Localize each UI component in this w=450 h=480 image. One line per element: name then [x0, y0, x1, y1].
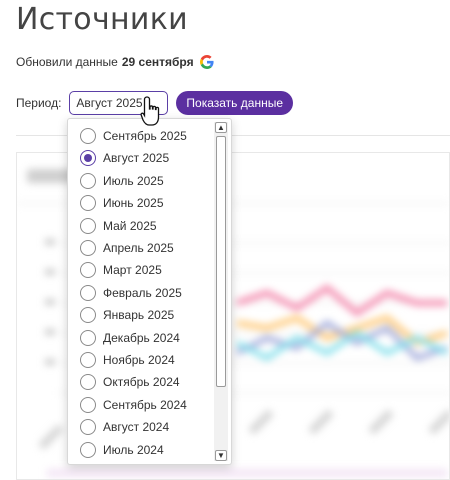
radio-unchecked-icon[interactable]	[80, 172, 96, 189]
dropdown-option-label: Март 2025	[103, 263, 162, 278]
radio-unchecked-icon[interactable]	[80, 307, 96, 324]
dropdown-option-label: Сентябрь 2024	[103, 397, 187, 412]
dropdown-option[interactable]: Январь 2025	[80, 305, 174, 325]
page-title: Источники	[16, 2, 188, 37]
dropdown-option[interactable]: Июль 2024	[80, 440, 164, 460]
dropdown-option[interactable]: Август 2024	[80, 417, 169, 437]
dropdown-option[interactable]: Май 2025	[80, 216, 157, 236]
radio-unchecked-icon[interactable]	[80, 419, 96, 436]
dropdown-option[interactable]: Март 2025	[80, 260, 162, 280]
radio-unchecked-icon[interactable]	[80, 352, 96, 368]
dropdown-option-label: Июль 2024	[103, 442, 164, 457]
radio-unchecked-icon[interactable]	[80, 374, 96, 391]
period-select-value: Август 2025	[76, 96, 143, 110]
period-label: Период:	[16, 96, 62, 110]
dropdown-option-label: Июнь 2025	[103, 196, 164, 211]
dropdown-option-label: Декабрь 2024	[103, 330, 180, 345]
dropdown-option[interactable]: Декабрь 2024	[80, 328, 180, 348]
dropdown-option-label: Январь 2025	[103, 308, 175, 323]
dropdown-option[interactable]: Ноябрь 2024	[80, 350, 175, 370]
dropdown-option[interactable]: Июль 2025	[80, 171, 164, 191]
radio-checked-icon[interactable]	[80, 150, 96, 167]
dropdown-option[interactable]: Август 2025	[80, 148, 169, 168]
dropdown-option-label: Август 2025	[103, 151, 170, 166]
dropdown-option-label: Август 2024	[103, 420, 170, 435]
dropdown-option-label: Февраль 2025	[103, 285, 182, 300]
radio-unchecked-icon[interactable]	[80, 240, 96, 256]
dropdown-option-label: Апрель 2025	[103, 241, 174, 255]
dropdown-option[interactable]: Февраль 2025	[80, 283, 182, 303]
radio-unchecked-icon[interactable]	[80, 284, 96, 301]
data-updated-note: Обновили данные 29 сентября	[16, 55, 214, 69]
dropdown-option[interactable]: Сентябрь 2024	[80, 395, 187, 415]
google-icon	[199, 55, 214, 69]
radio-unchecked-icon[interactable]	[80, 217, 96, 234]
dropdown-option[interactable]: Октябрь 2024	[80, 372, 180, 392]
dropdown-option-label: Октябрь 2024	[103, 375, 180, 390]
dropdown-option-label: Май 2025	[103, 218, 157, 233]
show-data-button[interactable]: Показать данные	[176, 91, 293, 115]
radio-unchecked-icon[interactable]	[80, 195, 96, 212]
dropdown-option-label: Ноябрь 2024	[103, 353, 175, 367]
radio-unchecked-icon[interactable]	[80, 329, 96, 346]
dropdown-option-label: Сентябрь 2025	[103, 129, 187, 143]
dropdown-option[interactable]: Апрель 2025	[80, 238, 174, 258]
radio-unchecked-icon[interactable]	[80, 128, 96, 144]
dropdown-option[interactable]: Июнь 2025	[80, 193, 164, 213]
period-dropdown-list[interactable]: Сентябрь 2025 Август 2025 Июль 2025 Июнь 20…	[67, 118, 232, 465]
dropdown-option[interactable]: Сентябрь 2025	[80, 126, 187, 146]
chevron-down-icon[interactable]: ▼	[215, 450, 227, 461]
radio-unchecked-icon[interactable]	[80, 441, 96, 458]
scrollbar-thumb[interactable]	[216, 136, 226, 387]
hand-pointer-icon	[140, 96, 160, 126]
dropdown-option-label: Июль 2025	[103, 173, 164, 188]
dropdown-scrollbar[interactable]: ▲ ▼	[214, 122, 228, 461]
updated-prefix: Обновили данные	[16, 55, 118, 69]
radio-unchecked-icon[interactable]	[80, 262, 96, 279]
updated-date: 29 сентября	[121, 55, 194, 69]
radio-unchecked-icon[interactable]	[80, 396, 96, 413]
chevron-up-icon[interactable]: ▲	[215, 122, 227, 133]
